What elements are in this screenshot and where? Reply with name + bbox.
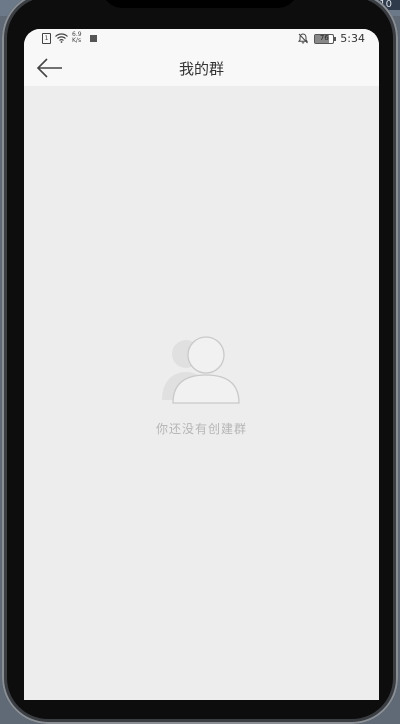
phone-screen: 1 6.9 K/s 76 5:34 我的群 你还没有创建群 [24,29,379,700]
battery-level-label: 76 [319,33,329,42]
group-users-icon [159,334,245,406]
status-bar: 1 6.9 K/s 76 5:34 [24,29,379,49]
status-bar-right: 76 5:34 [298,32,365,45]
battery-cap [334,36,337,41]
phone-notch [102,0,298,8]
empty-message: 你还没有创建群 [155,422,247,436]
wifi-icon [55,33,68,43]
title-bar: 我的群 [24,49,379,86]
status-time: 5:34 [340,32,365,45]
sim-card-icon: 1 [42,32,51,44]
notification-square-icon [89,34,97,42]
network-speed: 6.9 K/s [72,32,82,44]
status-bar-left: 1 6.9 K/s [42,32,97,44]
page-title: 我的群 [178,60,224,78]
battery-indicator: 76 [314,33,337,44]
network-speed-unit: K/s [72,37,82,44]
empty-state: 你还没有创建群 [24,334,379,437]
bell-off-icon [298,33,309,44]
